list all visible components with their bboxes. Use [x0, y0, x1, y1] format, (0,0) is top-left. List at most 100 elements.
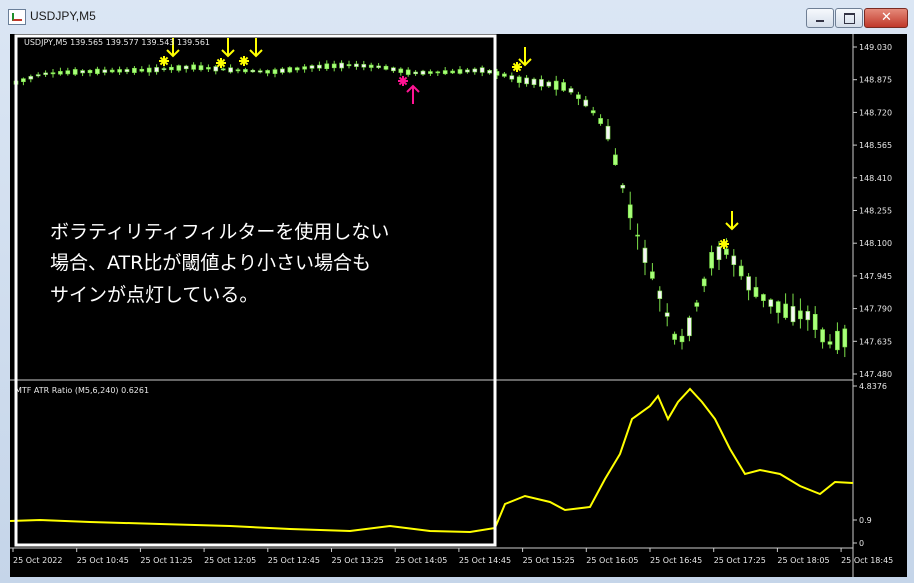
- time-tick-label: 25 Oct 12:05: [204, 556, 256, 565]
- chart-canvas[interactable]: 149.030 148.875 148.720 148.565 148.410 148.2…: [10, 34, 907, 577]
- time-tick-label: 25 Oct 18:45: [841, 556, 893, 565]
- candle-body: [146, 67, 152, 73]
- candle-body: [95, 68, 100, 74]
- candle-body: [391, 67, 396, 72]
- signal-star-icon: [719, 239, 729, 249]
- candle-body: [72, 69, 78, 75]
- candle-body: [472, 68, 478, 73]
- candle-body: [805, 311, 811, 321]
- candle-body: [191, 64, 196, 70]
- candle-body: [405, 69, 411, 75]
- price-tick-label: 149.030: [859, 43, 892, 52]
- chart-area[interactable]: 149.030 148.875 148.720 148.565 148.410 148.2…: [10, 34, 907, 577]
- candle-body: [317, 64, 322, 69]
- time-scale[interactable]: 25 Oct 2022 25 Oct 10:45 25 Oct 11:25 25 Oc…: [12, 548, 893, 565]
- price-tick-label: 148.410: [859, 174, 892, 183]
- buy-arrow-icon: [406, 84, 420, 104]
- candle-body: [28, 76, 34, 80]
- candle-body: [383, 65, 389, 70]
- price-panel-header: USDJPY,M5 139.565 139.577 139.543 139.56…: [24, 38, 210, 47]
- signal-star-icon: [239, 56, 249, 66]
- annotation-line-1: ボラティリティフィルターを使用しない: [50, 221, 389, 243]
- sell-arrow-icon: [725, 211, 739, 231]
- maximize-icon: [844, 13, 855, 24]
- candle-body: [280, 68, 285, 73]
- candle-body: [368, 64, 374, 68]
- candle-body: [524, 77, 529, 85]
- candle-body: [117, 69, 122, 73]
- candle-body: [102, 69, 108, 73]
- candle-body: [487, 70, 492, 74]
- sell-arrow-icon: [518, 47, 532, 67]
- candle-body: [309, 65, 315, 69]
- window-title: USDJPY,M5: [30, 9, 96, 23]
- signal-star-icon: [398, 76, 408, 86]
- candle-body: [346, 64, 352, 67]
- close-button[interactable]: ✕: [864, 8, 908, 28]
- candle-body: [235, 69, 241, 72]
- candle-body: [265, 70, 270, 74]
- atr-tick-label: 4.8376: [859, 382, 887, 391]
- candle-body: [657, 290, 663, 299]
- time-tick-label: 25 Oct 15:25: [523, 556, 575, 565]
- candle-body: [790, 306, 796, 323]
- candle-body: [43, 72, 48, 75]
- atr-tick-label: 0: [859, 539, 864, 548]
- price-scale[interactable]: 149.030 148.875 148.720 148.565 148.410 148.2…: [853, 43, 892, 379]
- candle-body: [798, 310, 803, 320]
- title-bar[interactable]: USDJPY,M5 ✕: [0, 0, 914, 34]
- candle-body: [664, 312, 670, 317]
- candle-body: [642, 247, 648, 263]
- candle-body: [775, 301, 781, 313]
- candle-body: [176, 65, 182, 71]
- candle-body: [576, 94, 581, 99]
- candle-body: [228, 67, 233, 73]
- candle-body: [272, 69, 278, 74]
- candle-body: [413, 71, 418, 75]
- candle-body: [672, 333, 677, 340]
- price-tick-label: 147.790: [859, 305, 892, 314]
- price-tick-label: 148.875: [859, 76, 892, 85]
- candle-body: [553, 80, 559, 90]
- candle-body: [620, 184, 626, 189]
- signal-star-icon: [512, 62, 522, 72]
- candle-body: [65, 70, 71, 75]
- candle-body: [442, 70, 448, 75]
- candle-body: [709, 252, 714, 269]
- candle-body: [731, 255, 737, 265]
- candle-body: [687, 317, 692, 337]
- candle-body: [428, 71, 433, 74]
- time-tick-label: 25 Oct 16:45: [650, 556, 702, 565]
- time-tick-label: 25 Oct 13:25: [332, 556, 384, 565]
- candle-body: [753, 287, 759, 297]
- price-candles: [13, 60, 848, 358]
- candle-body: [635, 234, 640, 237]
- candle-body: [132, 67, 137, 73]
- candle-body: [450, 70, 455, 74]
- candle-body: [206, 67, 211, 70]
- maximize-button[interactable]: [835, 8, 863, 28]
- candle-body: [502, 73, 507, 77]
- candle-body: [331, 63, 337, 69]
- atr-tick-label: 0.9: [859, 516, 872, 525]
- candle-body: [169, 66, 174, 71]
- price-tick-label: 147.945: [859, 272, 892, 281]
- candle-body: [50, 72, 56, 75]
- candle-body: [213, 66, 219, 72]
- candle-body: [250, 69, 256, 73]
- time-tick-label: 25 Oct 14:45: [459, 556, 511, 565]
- candle-body: [694, 302, 700, 307]
- candle-body: [590, 110, 596, 114]
- candle-body: [761, 294, 766, 301]
- price-tick-label: 148.720: [859, 108, 892, 117]
- minimize-button[interactable]: [806, 8, 834, 28]
- candle-body: [361, 64, 367, 68]
- annotation-line-3: サインが点灯している。: [50, 284, 258, 306]
- minimize-icon: [816, 20, 824, 22]
- time-tick-label: 25 Oct 12:45: [268, 556, 320, 565]
- price-tick-label: 148.255: [859, 207, 892, 216]
- candle-body: [746, 276, 751, 291]
- atr-scale[interactable]: 4.8376 0.9 0: [853, 382, 887, 548]
- candle-body: [679, 335, 685, 343]
- candle-body: [835, 330, 840, 351]
